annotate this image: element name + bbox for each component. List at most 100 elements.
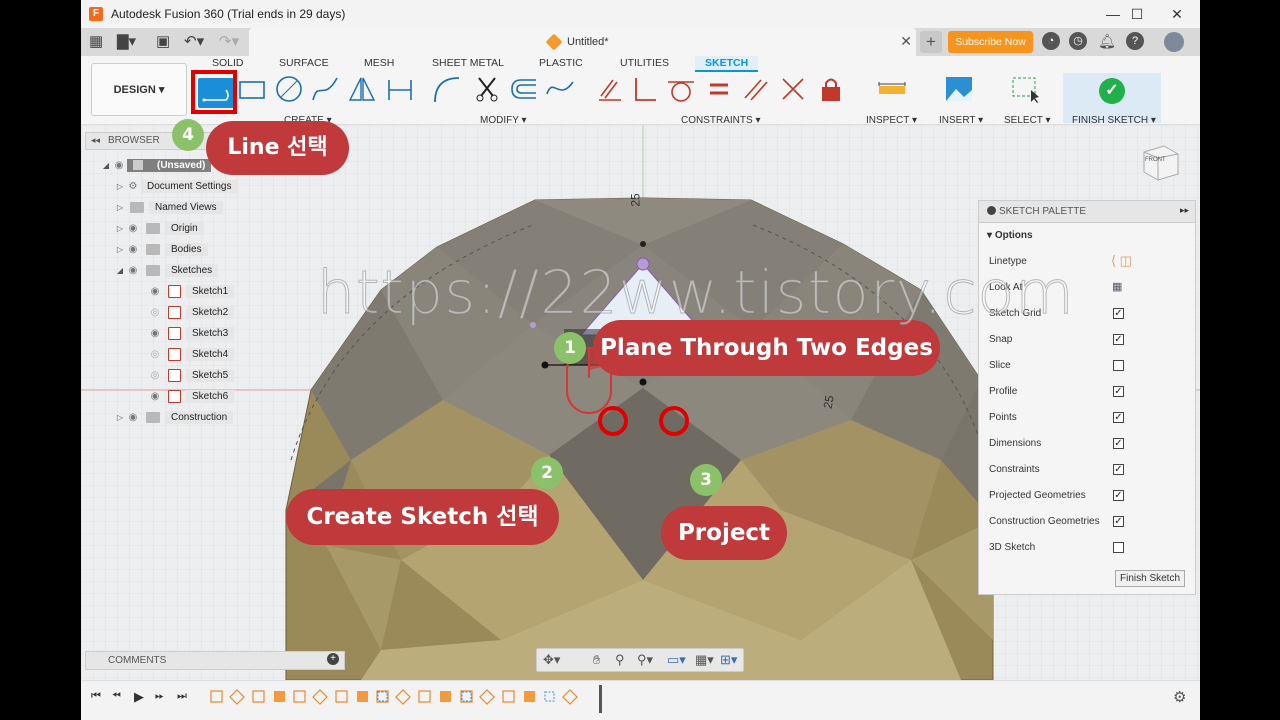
tab-sketch[interactable]: SKETCH (695, 56, 759, 72)
rectangle-tool-button[interactable] (237, 74, 267, 104)
browser-item-sketch6[interactable]: ◉ Sketch6 (147, 387, 235, 405)
palette-close-icon[interactable] (987, 206, 996, 215)
browser-item-sketch1[interactable]: ◉ Sketch1 (147, 282, 235, 300)
expand-triangle-icon[interactable]: ◢ (115, 266, 125, 275)
linetype-icon[interactable]: ⟨ ◫ (1111, 253, 1132, 269)
tab-plastic[interactable]: PLASTIC (539, 56, 583, 70)
eye-icon[interactable]: ◉ (147, 391, 163, 402)
eye-hidden-icon[interactable]: ◎ (147, 370, 163, 381)
browser-item-bodies[interactable]: ▷ ◉ Bodies (115, 240, 208, 258)
browser-item-named-views[interactable]: ▷ Named Views (115, 198, 223, 216)
extend-tool-button[interactable] (545, 74, 575, 104)
add-comment-icon[interactable]: + (327, 653, 339, 665)
browser-item-sketch5[interactable]: ◎ Sketch5 (147, 366, 235, 384)
fillet-tool-button[interactable] (432, 74, 462, 104)
slice-checkbox[interactable] (1113, 360, 1124, 371)
symmetry-button[interactable] (778, 74, 808, 104)
snap-checkbox[interactable]: ✓ (1113, 334, 1124, 345)
step-back-icon[interactable]: ⏪︎ (112, 690, 121, 703)
expand-triangle-icon[interactable]: ▷ (115, 224, 125, 233)
select-button[interactable] (1011, 74, 1041, 104)
save-icon[interactable]: ▣ (156, 32, 170, 52)
circle-tool-button[interactable] (274, 74, 304, 104)
browser-item-construction[interactable]: ▷ ◉ Construction (115, 408, 234, 426)
tab-surface[interactable]: SURFACE (279, 56, 329, 70)
finish-sketch-button[interactable]: ✓ FINISH SKETCH ▾ (1063, 73, 1161, 126)
workspace-design-button[interactable]: DESIGN ▾ (91, 63, 187, 116)
expand-triangle-icon[interactable]: ▷ (115, 413, 125, 422)
go-to-end-icon[interactable]: ⏭ (177, 690, 187, 703)
eye-icon[interactable]: ◉ (111, 160, 127, 171)
timeline-marker[interactable] (599, 685, 602, 713)
dimensions-checkbox[interactable]: ✓ (1113, 438, 1124, 449)
constraints-checkbox[interactable]: ✓ (1113, 464, 1124, 475)
eye-icon[interactable]: ◉ (125, 223, 141, 234)
insert-image-button[interactable] (944, 74, 974, 104)
browser-item-sketch3[interactable]: ◉ Sketch3 (147, 324, 235, 342)
tab-mesh[interactable]: MESH (364, 56, 394, 70)
tab-close-icon[interactable]: ✕ (900, 33, 912, 50)
parallel-button[interactable] (741, 74, 771, 104)
browser-item-sketch4[interactable]: ◎ Sketch4 (147, 345, 235, 363)
view-cube[interactable]: FRONT (1138, 142, 1182, 182)
avatar[interactable] (1164, 32, 1184, 52)
construction-geometries-checkbox[interactable]: ✓ (1113, 516, 1124, 527)
grid-apps-icon[interactable]: ▦ (89, 32, 103, 52)
browser-item-sketches[interactable]: ◢ ◉ Sketches (115, 261, 219, 279)
coincident-button[interactable] (595, 74, 625, 104)
undo-icon[interactable]: ↶▾ (184, 32, 204, 52)
tab-solid[interactable]: SOLID (212, 56, 244, 70)
eye-icon[interactable]: ◉ (125, 265, 141, 276)
look-at-icon[interactable]: ▦ (1112, 280, 1122, 293)
orbit-icon[interactable]: ✥▾ (543, 652, 560, 668)
help-icon[interactable]: ? (1126, 32, 1144, 50)
expand-triangle-icon[interactable]: ▷ (115, 245, 125, 254)
timeline-features[interactable] (209, 689, 609, 705)
grid-settings-icon[interactable]: ▦▾ (695, 652, 714, 668)
equal-button[interactable] (704, 74, 734, 104)
measure-button[interactable] (877, 74, 907, 104)
expand-triangle-icon[interactable]: ▷ (115, 203, 125, 212)
collapse-icon[interactable]: ◂◂ (91, 135, 100, 146)
display-settings-icon[interactable]: ▭▾ (667, 652, 686, 668)
sketch-grid-checkbox[interactable]: ✓ (1113, 308, 1124, 319)
eye-hidden-icon[interactable]: ◎ (147, 349, 163, 360)
job-status-icon[interactable]: ◷ (1069, 32, 1087, 50)
comments-panel[interactable]: COMMENTS + (85, 651, 345, 670)
trim-tool-button[interactable] (473, 74, 503, 104)
document-tab[interactable]: Untitled* ✕ (249, 28, 916, 56)
options-section[interactable]: ▾ Options (987, 230, 1033, 241)
new-tab-button[interactable]: + (920, 31, 942, 53)
mirror-tool-button[interactable] (347, 74, 377, 104)
eye-icon[interactable]: ◉ (147, 286, 163, 297)
browser-item-sketch2[interactable]: ◎ Sketch2 (147, 303, 235, 321)
subscribe-now-button[interactable]: Subscribe Now (948, 31, 1033, 53)
expand-triangle-icon[interactable]: ▷ (115, 182, 125, 191)
close-button[interactable]: ✕ (1154, 0, 1200, 28)
eye-icon[interactable]: ◉ (125, 412, 141, 423)
spline-tool-button[interactable] (310, 74, 340, 104)
palette-finish-sketch-button[interactable]: Finish Sketch (1115, 570, 1185, 587)
file-icon[interactable]: ▇▾ (117, 32, 136, 52)
play-icon[interactable]: ▶ (134, 689, 144, 705)
browser-item-origin[interactable]: ▷ ◉ Origin (115, 219, 204, 237)
pan-hand-icon[interactable]: ✋︎ (593, 652, 600, 668)
notifications-icon[interactable]: 🔔︎ (1098, 32, 1116, 50)
eye-icon[interactable]: ◉ (125, 244, 141, 255)
timeline-settings-gear-icon[interactable]: ⚙ (1173, 688, 1186, 706)
expand-triangle-icon[interactable]: ◢ (101, 161, 111, 170)
tangent-button[interactable] (666, 74, 696, 104)
step-forward-icon[interactable]: ⏩︎ (155, 690, 164, 703)
tab-utilities[interactable]: UTILITIES (620, 56, 669, 70)
dimension-tool-button[interactable] (385, 74, 415, 104)
tab-sheet-metal[interactable]: SHEET METAL (432, 56, 504, 70)
profile-checkbox[interactable]: ✓ (1113, 386, 1124, 397)
eye-icon[interactable]: ◉ (147, 328, 163, 339)
redo-icon[interactable]: ↷▾ (219, 32, 239, 52)
browser-item-document-settings[interactable]: ▷ ⚙ Document Settings (115, 177, 238, 195)
offset-tool-button[interactable] (509, 74, 539, 104)
fix-button[interactable] (816, 74, 846, 104)
zoom-icon[interactable]: ⚲ (615, 652, 625, 668)
points-checkbox[interactable]: ✓ (1113, 412, 1124, 423)
eye-hidden-icon[interactable]: ◎ (147, 307, 163, 318)
